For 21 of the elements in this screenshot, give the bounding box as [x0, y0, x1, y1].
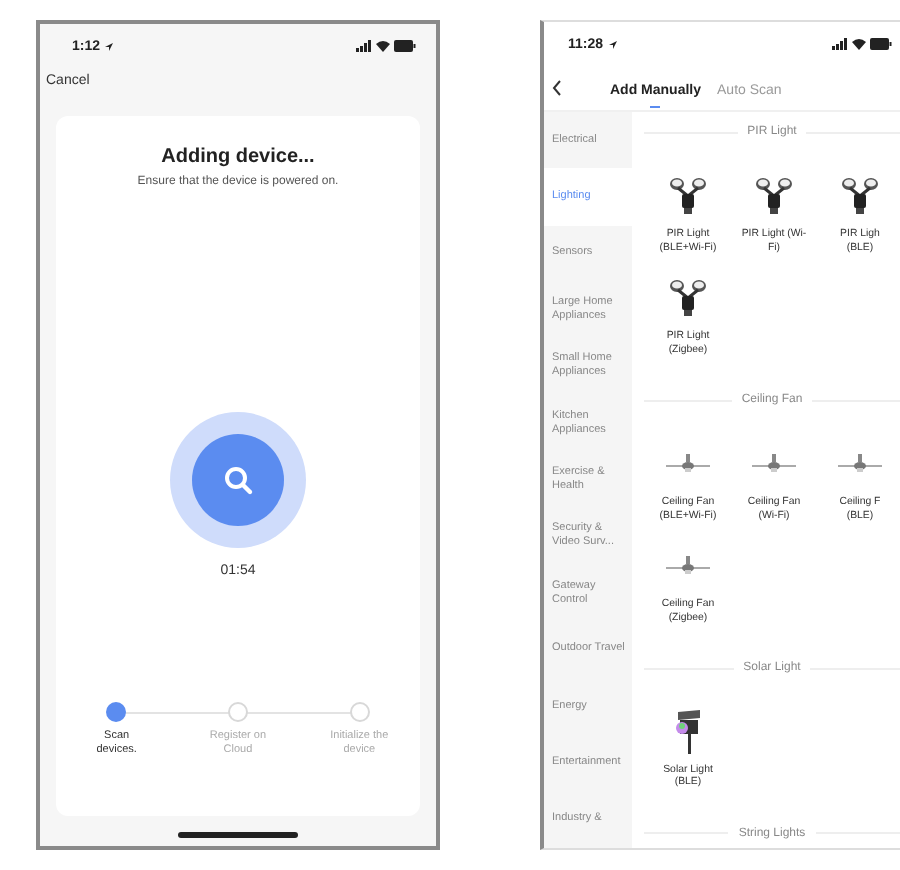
location-arrow-icon	[607, 39, 618, 49]
wifi-icon	[852, 38, 866, 50]
battery-icon	[394, 40, 416, 52]
location-arrow-icon	[104, 41, 115, 51]
tab-indicator	[650, 105, 661, 109]
ceiling-fan-icon	[664, 556, 712, 577]
home-indicator	[178, 832, 298, 838]
floodlight-icon	[668, 175, 708, 216]
ceiling-fan-icon	[750, 453, 798, 474]
battery-icon	[870, 38, 892, 50]
ceiling-fan-icon	[664, 453, 712, 474]
signal-icon	[832, 38, 848, 50]
signal-icon	[356, 40, 372, 52]
ceiling-fan-icon	[836, 453, 884, 474]
solar-lamp-icon	[672, 707, 704, 756]
floodlight-icon	[668, 278, 708, 319]
wifi-icon	[376, 40, 390, 52]
page-title: Adding device...	[161, 146, 315, 168]
floodlight-icon	[840, 175, 880, 216]
search-icon	[222, 464, 254, 496]
floodlight-icon	[754, 175, 794, 216]
